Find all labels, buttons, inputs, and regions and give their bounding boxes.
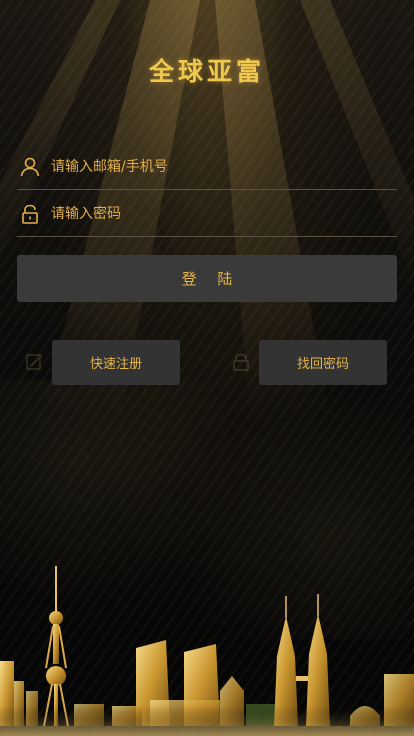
login-screen: 全球亚富 登 陆 快速注册 找回密码 bbox=[0, 0, 414, 736]
account-input[interactable] bbox=[49, 151, 397, 183]
login-button[interactable]: 登 陆 bbox=[17, 255, 397, 302]
lock-icon bbox=[233, 353, 249, 371]
register-button[interactable]: 快速注册 bbox=[52, 340, 180, 385]
account-field[interactable] bbox=[17, 145, 397, 190]
lock-icon bbox=[17, 201, 43, 227]
user-icon bbox=[17, 154, 43, 180]
password-field[interactable] bbox=[17, 192, 397, 237]
recover-password-button[interactable]: 找回密码 bbox=[259, 340, 387, 385]
app-title: 全球亚富 bbox=[148, 57, 265, 86]
edit-icon bbox=[26, 354, 43, 370]
password-input[interactable] bbox=[49, 198, 397, 230]
city-skyline-illustration bbox=[0, 566, 414, 736]
